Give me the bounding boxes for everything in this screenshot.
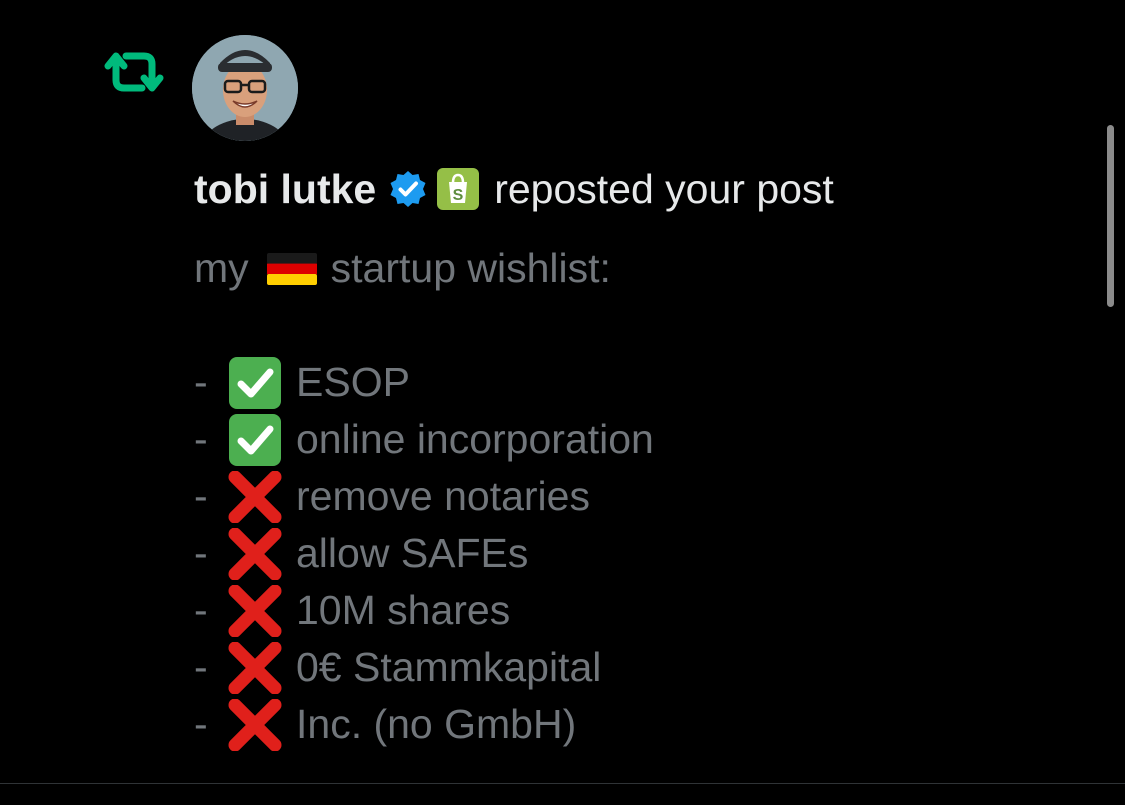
divider xyxy=(0,783,1125,784)
wishlist-item: - ESOP xyxy=(194,354,1074,411)
avatar[interactable] xyxy=(192,35,298,141)
wishlist: - ESOP - online incorporation - remove notari… xyxy=(194,354,1074,753)
wishlist-item: - remove notaries xyxy=(194,468,1074,525)
cross-mark-icon xyxy=(226,641,284,694)
cross-mark-icon xyxy=(226,470,284,523)
wishlist-item-text: allow SAFEs xyxy=(296,530,529,576)
wishlist-item-text: 0€ Stammkapital xyxy=(296,644,602,690)
list-bullet: - xyxy=(194,530,208,576)
check-mark-icon xyxy=(226,356,284,409)
list-bullet: - xyxy=(194,701,208,747)
wishlist-item: - 0€ Stammkapital xyxy=(194,639,1074,696)
wishlist-item-text: remove notaries xyxy=(296,473,590,519)
post-intro-line: my startup wishlist: xyxy=(194,240,1074,297)
notification-headline: tobi lutke S reposted your post xyxy=(194,163,834,215)
post-body[interactable]: my startup wishlist: - ESOP - online incorp… xyxy=(194,240,1074,753)
list-bullet: - xyxy=(194,587,208,633)
germany-flag-icon xyxy=(266,252,317,285)
wishlist-item: - Inc. (no GmbH) xyxy=(194,696,1074,753)
list-bullet: - xyxy=(194,359,208,405)
cross-mark-icon xyxy=(226,698,284,751)
list-bullet: - xyxy=(194,416,208,462)
notification-action-text: reposted your post xyxy=(494,165,834,212)
list-bullet: - xyxy=(194,473,208,519)
cross-mark-icon xyxy=(226,527,284,580)
shopify-bag-icon: S xyxy=(437,168,480,210)
wishlist-item-text: ESOP xyxy=(296,359,410,405)
check-mark-icon xyxy=(226,413,284,466)
wishlist-item-text: online incorporation xyxy=(296,416,654,462)
svg-text:S: S xyxy=(453,187,464,204)
scrollbar[interactable] xyxy=(1107,125,1114,307)
wishlist-item-text: Inc. (no GmbH) xyxy=(296,701,577,747)
wishlist-item: - online incorporation xyxy=(194,411,1074,468)
post-intro-suffix: startup wishlist: xyxy=(330,245,611,291)
post-intro-prefix: my xyxy=(194,245,249,291)
cross-mark-icon xyxy=(226,584,284,637)
list-bullet: - xyxy=(194,644,208,690)
wishlist-item: - allow SAFEs xyxy=(194,525,1074,582)
repost-icon xyxy=(104,52,164,92)
author-name[interactable]: tobi lutke xyxy=(194,166,376,213)
wishlist-item: - 10M shares xyxy=(194,582,1074,639)
verified-badge-icon xyxy=(390,171,426,207)
wishlist-item-text: 10M shares xyxy=(296,587,511,633)
